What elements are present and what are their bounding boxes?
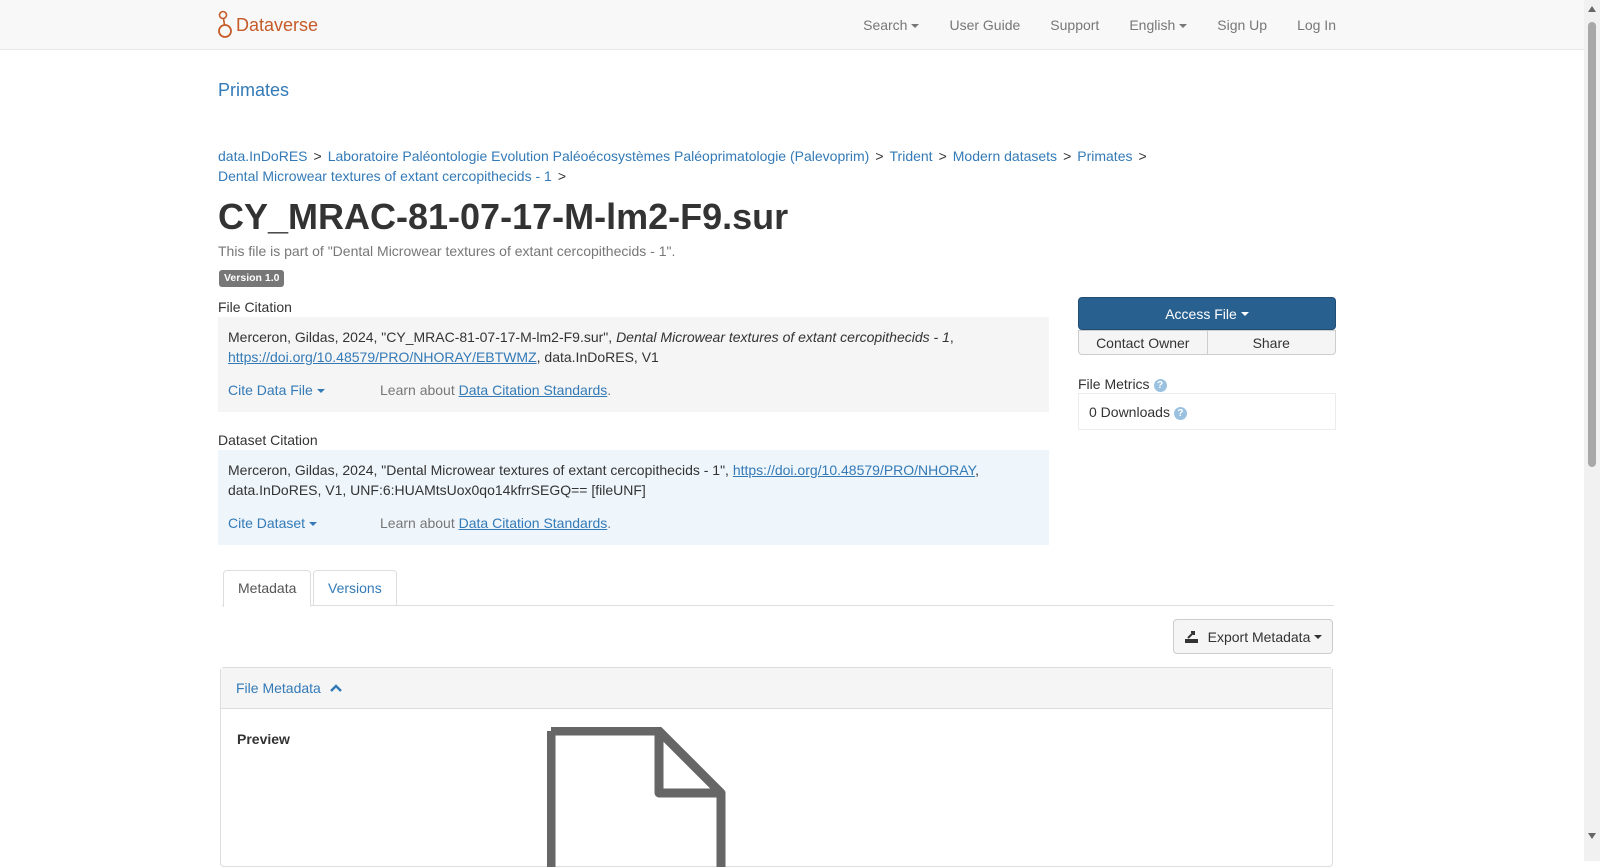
help-icon[interactable]: ? xyxy=(1153,379,1167,392)
scroll-up-icon[interactable] xyxy=(1588,6,1596,12)
dataverse-title-link[interactable]: Primates xyxy=(218,80,289,101)
learn-about-text: Learn about Data Citation Standards. xyxy=(380,380,611,400)
scroll-down-icon[interactable] xyxy=(1588,833,1596,839)
file-metadata-header: File Metadata xyxy=(236,680,321,696)
breadcrumb-item[interactable]: Laboratoire Paléontologie Evolution Palé… xyxy=(328,148,870,164)
file-citation-doi-link[interactable]: https://doi.org/10.48579/PRO/NHORAY/EBTW… xyxy=(228,349,537,365)
dataset-citation-text: Merceron, Gildas, 2024, "Dental Microwea… xyxy=(228,462,733,478)
chevron-down-icon xyxy=(309,522,318,527)
chevron-down-icon xyxy=(1240,311,1249,316)
page-title: CY_MRAC-81-07-17-M-lm2-F9.sur xyxy=(218,196,789,237)
breadcrumb-separator: > xyxy=(938,148,947,164)
export-icon xyxy=(1184,630,1198,643)
breadcrumb-separator: > xyxy=(875,148,884,164)
file-icon xyxy=(547,727,726,867)
file-citation-label: File Citation xyxy=(218,299,292,315)
breadcrumb-separator: > xyxy=(313,148,322,164)
learn-prefix: Learn about xyxy=(380,382,459,398)
dataset-citation-doi-link[interactable]: https://doi.org/10.48579/PRO/NHORAY xyxy=(733,462,975,478)
file-metrics-title: File Metrics xyxy=(1078,376,1150,392)
dataset-citation-box: Merceron, Gildas, 2024, "Dental Microwea… xyxy=(218,450,1049,545)
breadcrumb-item[interactable]: Modern datasets xyxy=(953,148,1057,164)
file-tabs: Metadata Versions xyxy=(222,570,1334,607)
nav-sign-up[interactable]: Sign Up xyxy=(1217,17,1267,33)
chevron-down-icon xyxy=(1314,634,1323,639)
downloads-count: 0 Downloads xyxy=(1089,404,1170,420)
cite-dataset-label: Cite Dataset xyxy=(228,515,306,531)
top-navbar: Dataverse Search User Guide Support Engl… xyxy=(0,0,1584,50)
breadcrumb-separator: > xyxy=(1138,148,1147,164)
scrollbar-thumb[interactable] xyxy=(1588,22,1596,467)
chevron-down-icon xyxy=(316,389,325,394)
access-file-label: Access File xyxy=(1165,305,1237,322)
data-citation-standards-link[interactable]: Data Citation Standards xyxy=(459,515,608,531)
page-scrollbar[interactable] xyxy=(1584,0,1600,861)
brand-name[interactable]: Dataverse xyxy=(236,15,318,36)
breadcrumb-item[interactable]: Dental Microwear textures of extant cerc… xyxy=(218,168,552,184)
breadcrumb-separator: > xyxy=(557,168,566,184)
owner-share-button-group: Contact Owner Share xyxy=(1078,330,1336,355)
access-file-button[interactable]: Access File xyxy=(1078,297,1336,330)
dataset-citation-label: Dataset Citation xyxy=(218,432,318,448)
cite-data-file-label: Cite Data File xyxy=(228,382,313,398)
tab-metadata[interactable]: Metadata xyxy=(223,570,312,607)
data-citation-standards-link[interactable]: Data Citation Standards xyxy=(459,382,608,398)
file-metadata-panel: File Metadata Preview xyxy=(220,667,1333,867)
tab-versions[interactable]: Versions xyxy=(313,570,397,606)
chevron-up-icon xyxy=(329,684,342,692)
share-button[interactable]: Share xyxy=(1207,330,1336,355)
file-metadata-toggle[interactable]: File Metadata xyxy=(221,668,1332,709)
breadcrumb: data.InDoRES > Laboratoire Paléontologie E… xyxy=(218,146,1178,186)
breadcrumb-separator: > xyxy=(1063,148,1072,164)
cite-data-file-dropdown[interactable]: Cite Data File xyxy=(228,380,380,400)
cite-dataset-dropdown[interactable]: Cite Dataset xyxy=(228,513,380,533)
nav-log-in[interactable]: Log In xyxy=(1297,17,1336,33)
nav-support[interactable]: Support xyxy=(1050,17,1099,33)
file-metrics-box: 0 Downloads? xyxy=(1078,393,1336,430)
chevron-down-icon xyxy=(911,24,920,29)
dataverse-logo-icon xyxy=(218,10,232,38)
learn-about-text: Learn about Data Citation Standards. xyxy=(380,513,611,533)
breadcrumb-item[interactable]: Trident xyxy=(890,148,933,164)
learn-prefix: Learn about xyxy=(380,515,459,531)
part-of-dataset-text: This file is part of "Dental Microwear t… xyxy=(218,243,676,259)
file-citation-suffix: , data.InDoRES, V1 xyxy=(536,349,659,365)
preview-label: Preview xyxy=(237,731,290,747)
file-citation-box: Merceron, Gildas, 2024, "CY_MRAC-81-07-1… xyxy=(218,317,1049,412)
breadcrumb-item[interactable]: Primates xyxy=(1077,148,1132,164)
nav-user-guide[interactable]: User Guide xyxy=(949,17,1020,33)
chevron-down-icon xyxy=(1179,24,1188,29)
export-metadata-button[interactable]: Export Metadata xyxy=(1173,619,1333,654)
nav-language-label: English xyxy=(1129,17,1176,33)
version-badge: Version 1.0 xyxy=(219,270,285,287)
brand-logo-link[interactable]: Dataverse xyxy=(218,10,318,40)
nav-search-dropdown[interactable]: Search xyxy=(863,17,920,33)
nav-search-label: Search xyxy=(863,17,908,33)
file-citation-comma: , xyxy=(949,329,954,345)
contact-owner-button[interactable]: Contact Owner xyxy=(1078,330,1208,355)
help-icon[interactable]: ? xyxy=(1173,407,1187,420)
learn-suffix: . xyxy=(607,515,612,531)
file-citation-text: Merceron, Gildas, 2024, "CY_MRAC-81-07-1… xyxy=(228,329,617,345)
file-citation-dataset-name: Dental Microwear textures of extant cerc… xyxy=(616,329,950,345)
learn-suffix: . xyxy=(607,382,612,398)
export-metadata-label: Export Metadata xyxy=(1207,628,1311,645)
nav-language-dropdown[interactable]: English xyxy=(1129,17,1188,33)
file-metrics-label: File Metrics? xyxy=(1078,376,1167,392)
breadcrumb-item[interactable]: data.InDoRES xyxy=(218,148,308,164)
